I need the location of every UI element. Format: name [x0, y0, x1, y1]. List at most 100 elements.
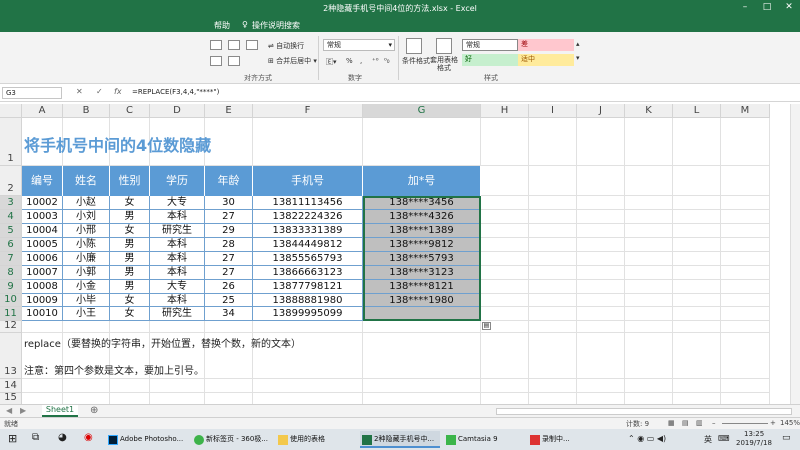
grid-cell[interactable] — [625, 294, 673, 307]
grid-cell[interactable] — [529, 321, 577, 333]
conditional-format-icon[interactable] — [406, 38, 422, 54]
cancel-icon[interactable]: ✕ — [76, 87, 83, 96]
grid-cell[interactable] — [673, 238, 721, 252]
row-header[interactable]: 6 — [0, 238, 22, 252]
keyboard-icon[interactable]: ⌨ — [718, 434, 730, 443]
grid-cell[interactable] — [363, 333, 481, 379]
align-center-icon[interactable] — [228, 40, 240, 50]
table-cell[interactable]: 女 — [110, 196, 150, 210]
style-normal[interactable]: 常规 — [462, 39, 518, 51]
start-icon[interactable]: ⊞ — [8, 432, 17, 445]
task-360-browser[interactable]: 新标签页 - 360极... — [192, 431, 272, 448]
grid-cell[interactable] — [253, 321, 363, 333]
row-header[interactable]: 13 — [0, 333, 22, 379]
grid-cell[interactable] — [721, 379, 770, 393]
grid-cell[interactable] — [577, 196, 625, 210]
grid-cell[interactable] — [673, 266, 721, 280]
table-cell[interactable]: 25 — [205, 294, 253, 307]
grid-cell[interactable] — [529, 196, 577, 210]
grid-cell[interactable] — [577, 210, 625, 224]
column-header[interactable]: A — [22, 104, 63, 118]
grid-cell[interactable] — [673, 166, 721, 196]
table-cell[interactable]: 29 — [205, 224, 253, 238]
row-header[interactable]: 3 — [0, 196, 22, 210]
clock-date[interactable]: 2019/7/18 — [736, 439, 772, 447]
grid-cell[interactable] — [721, 294, 770, 307]
grid-cell[interactable] — [673, 210, 721, 224]
grid-cell[interactable] — [625, 238, 673, 252]
masked-phone-cell[interactable]: 138****4326 — [363, 210, 481, 224]
table-cell[interactable]: 10006 — [22, 252, 63, 266]
column-header[interactable]: D — [150, 104, 205, 118]
clock-time[interactable]: 13:25 — [744, 430, 764, 438]
grid-cell[interactable] — [673, 321, 721, 333]
antivirus-icon[interactable]: ◉ — [84, 432, 93, 443]
column-header[interactable]: J — [577, 104, 625, 118]
table-format-icon[interactable] — [436, 38, 452, 54]
table-cell[interactable]: 小金 — [63, 280, 110, 294]
table-cell[interactable]: 10010 — [22, 307, 63, 321]
grid-cell[interactable] — [721, 118, 770, 166]
grid-cell[interactable] — [721, 333, 770, 379]
grid-cell[interactable] — [529, 166, 577, 196]
grid-cell[interactable] — [721, 238, 770, 252]
zoom-out-icon[interactable]: – — [712, 419, 716, 427]
grid-cell[interactable] — [721, 224, 770, 238]
grid-cell[interactable] — [481, 280, 529, 294]
grid-cell[interactable] — [577, 280, 625, 294]
grid-cell[interactable] — [673, 252, 721, 266]
grid-cell[interactable] — [110, 379, 150, 393]
scroll-down-icon[interactable]: ▾ — [576, 54, 580, 62]
masked-phone-cell[interactable]: 138****1980 — [363, 294, 481, 307]
grid-cell[interactable] — [529, 333, 577, 379]
grid-cell[interactable] — [529, 280, 577, 294]
table-cell[interactable]: 30 — [205, 196, 253, 210]
grid-cell[interactable] — [529, 307, 577, 321]
table-cell[interactable]: 13833331389 — [253, 224, 363, 238]
grid-cell[interactable] — [673, 196, 721, 210]
masked-phone-cell[interactable]: 138****1389 — [363, 224, 481, 238]
grid-cell[interactable] — [481, 238, 529, 252]
grid-cell[interactable] — [577, 321, 625, 333]
grid-cell[interactable] — [481, 307, 529, 321]
row-header[interactable]: 10 — [0, 294, 22, 307]
grid-cell[interactable] — [673, 118, 721, 166]
grid-cell[interactable] — [577, 238, 625, 252]
select-all-corner[interactable] — [0, 104, 22, 118]
table-cell[interactable]: 小邢 — [63, 224, 110, 238]
table-cell[interactable]: 13822224326 — [253, 210, 363, 224]
column-header[interactable]: C — [110, 104, 150, 118]
grid-cell[interactable] — [721, 321, 770, 333]
row-header[interactable]: 2 — [0, 166, 22, 196]
page-break-icon[interactable]: ▥ — [696, 419, 703, 427]
table-cell[interactable]: 男 — [110, 252, 150, 266]
row-header[interactable]: 4 — [0, 210, 22, 224]
grid-cell[interactable] — [150, 321, 205, 333]
table-cell[interactable]: 13844449812 — [253, 238, 363, 252]
grid-cell[interactable] — [577, 333, 625, 379]
column-header[interactable]: F — [253, 104, 363, 118]
normal-view-icon[interactable]: ▦ — [668, 419, 675, 427]
decrease-indent-icon[interactable] — [210, 56, 222, 66]
grid-cell[interactable] — [577, 379, 625, 393]
grid-cell[interactable] — [363, 321, 481, 333]
vertical-scrollbar[interactable] — [790, 104, 800, 404]
grid-cell[interactable] — [625, 321, 673, 333]
grid-cell[interactable] — [110, 321, 150, 333]
table-cell[interactable]: 10009 — [22, 294, 63, 307]
tell-me-search[interactable]: 操作说明搜索 — [252, 20, 300, 31]
task-excel[interactable]: 2种隐藏手机号中... — [360, 431, 440, 448]
grid-cell[interactable] — [481, 252, 529, 266]
table-cell[interactable]: 13888881980 — [253, 294, 363, 307]
align-left-icon[interactable] — [210, 40, 222, 50]
zoom-slider[interactable] — [722, 423, 768, 424]
table-cell[interactable]: 小赵 — [63, 196, 110, 210]
column-header[interactable]: M — [721, 104, 770, 118]
table-cell[interactable]: 男 — [110, 280, 150, 294]
grid-cell[interactable] — [625, 379, 673, 393]
grid-cell[interactable] — [577, 294, 625, 307]
notification-icon[interactable]: ▭ — [782, 433, 791, 443]
grid-cell[interactable] — [625, 166, 673, 196]
merge-center-button[interactable]: ⊞ 合并后居中 ▾ — [268, 56, 317, 66]
table-cell[interactable]: 本科 — [150, 238, 205, 252]
